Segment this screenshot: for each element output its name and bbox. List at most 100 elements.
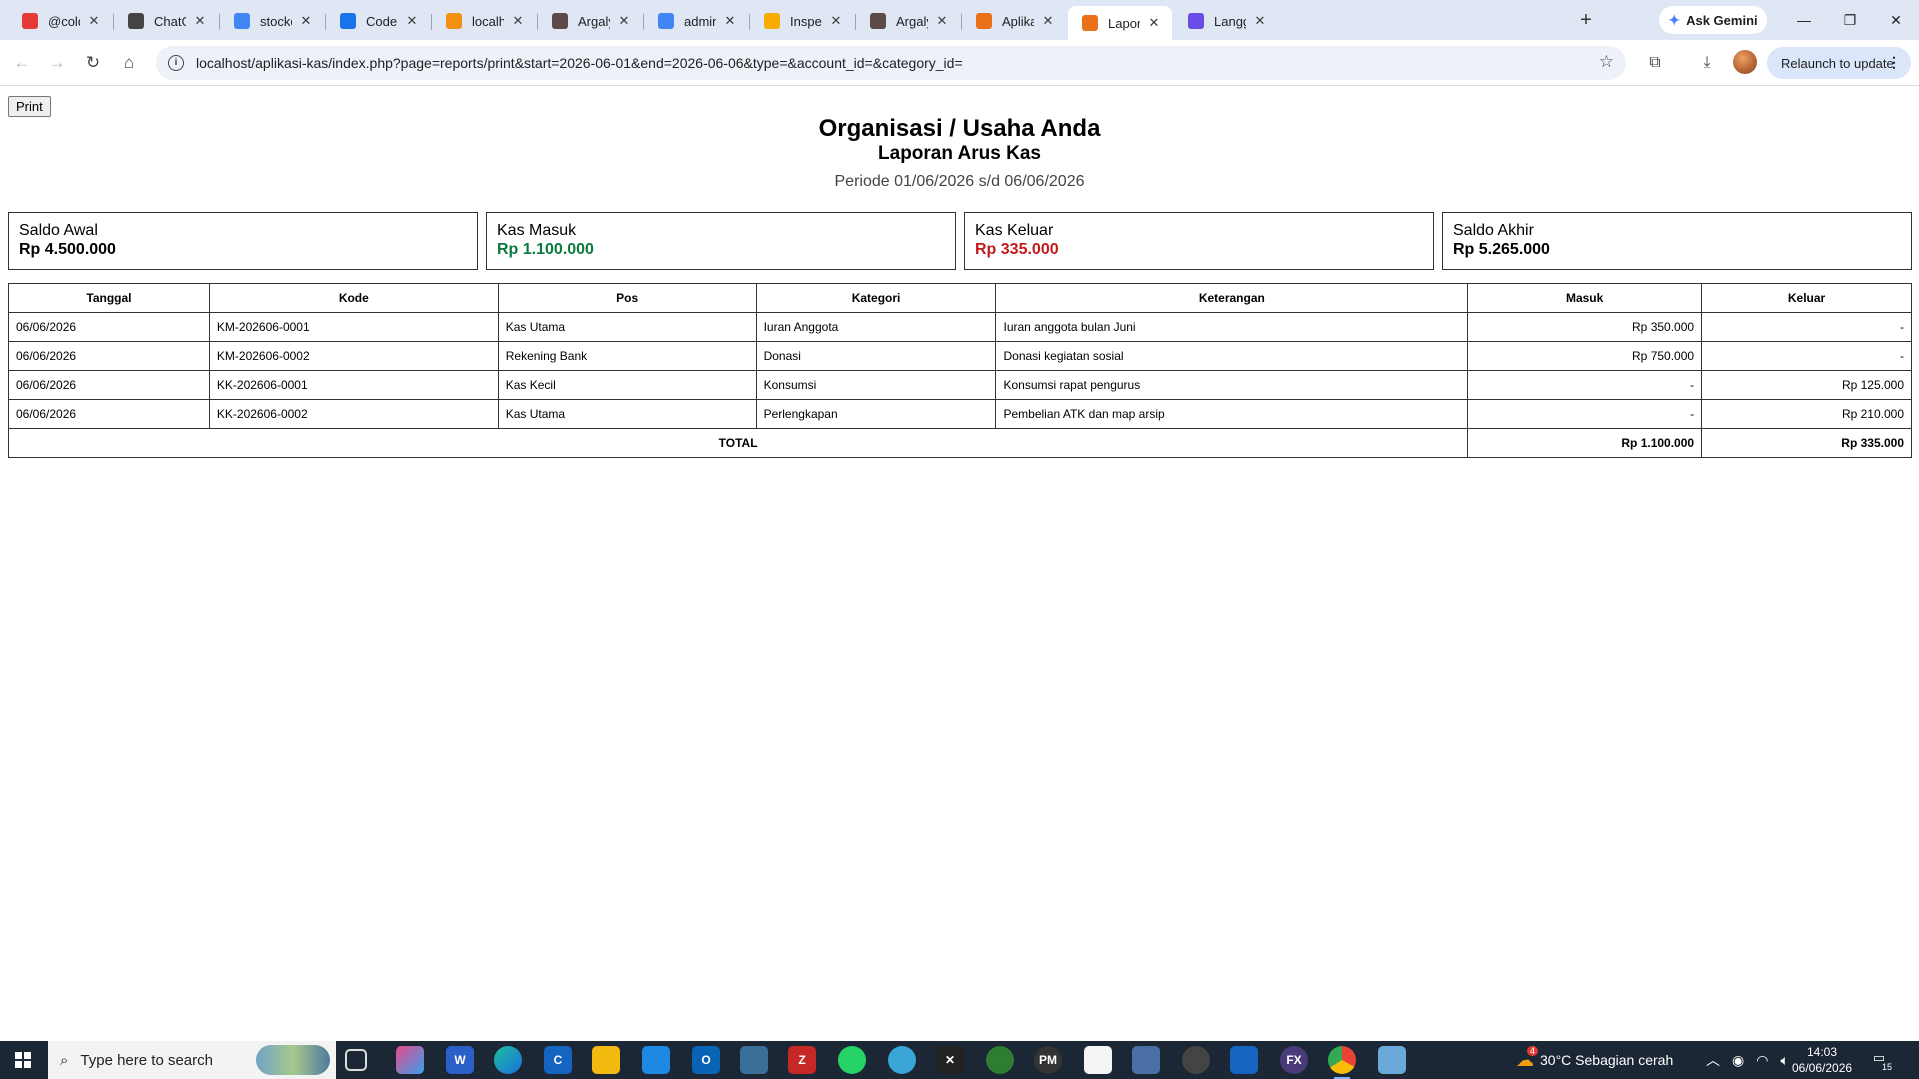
browser-tab[interactable]: Laporan Ka ✕	[1068, 6, 1172, 40]
obs-icon[interactable]	[1182, 1046, 1210, 1074]
browser-tab[interactable]: Inspeksi U ✕	[750, 6, 854, 36]
saldo-akhir-value: Rp 5.265.000	[1453, 241, 1550, 258]
app-pen-icon[interactable]	[986, 1046, 1014, 1074]
clock-time: 14:03	[1806, 1045, 1838, 1059]
app-pm-icon[interactable]: PM	[1034, 1046, 1062, 1074]
reload-icon[interactable]: ↻	[78, 48, 108, 78]
weather-widget[interactable]: ☁ 4 30°C Sebagian cerah	[1516, 1041, 1673, 1079]
browser-tab[interactable]: Codeignite ✕	[326, 6, 430, 36]
notepad-icon[interactable]	[1084, 1046, 1112, 1074]
start-button[interactable]	[0, 1041, 46, 1079]
filezilla-icon[interactable]: Z	[788, 1046, 816, 1074]
browser-tab[interactable]: Aplikasi Ka ✕	[962, 6, 1066, 36]
relaunch-button[interactable]: Relaunch to update ⋮	[1767, 47, 1911, 79]
browser-tab[interactable]: stockcodin ✕	[220, 6, 324, 36]
cell-kode: KM-202606-0002	[208, 341, 499, 371]
system-tray: ︿ ◉ ◠ 🔈︎	[1706, 1041, 1789, 1079]
col-header-pos: Pos	[497, 283, 757, 313]
col-header-masuk: Masuk	[1467, 283, 1703, 313]
browser-tab[interactable]: Argalyta IT ✕	[856, 6, 960, 36]
file-explorer-icon[interactable]	[592, 1046, 620, 1074]
tab-close-icon[interactable]: ✕	[404, 13, 420, 29]
tab-close-icon[interactable]: ✕	[828, 13, 844, 29]
relaunch-label: Relaunch to update	[1781, 55, 1894, 71]
tray-chevron-up-icon[interactable]: ︿	[1706, 1050, 1720, 1070]
report-page: Print Organisasi / Usaha Anda Laporan Ar…	[0, 87, 1919, 1041]
back-arrow-icon[interactable]: ←	[7, 48, 37, 78]
tab-title: localhost /	[472, 13, 504, 29]
whatsapp-icon[interactable]	[838, 1046, 866, 1074]
volume-icon[interactable]: 🔈︎	[1780, 1052, 1788, 1069]
tab-close-icon[interactable]: ✕	[86, 13, 102, 29]
print-button[interactable]: Print	[8, 96, 51, 117]
browser-tab[interactable]: @coldplay ✕	[8, 6, 112, 36]
tab-close-icon[interactable]: ✕	[192, 13, 208, 29]
tab-close-icon[interactable]: ✕	[722, 13, 738, 29]
google-icon	[658, 13, 674, 29]
extensions-puzzle-icon[interactable]: ⧉	[1642, 50, 1668, 76]
kas-masuk-label: Kas Masuk	[497, 222, 577, 239]
profile-avatar[interactable]	[1733, 50, 1757, 74]
tray-record-icon[interactable]: ◉	[1732, 1052, 1744, 1069]
minimize-window-button[interactable]: —	[1781, 0, 1827, 40]
restore-window-button[interactable]: ❐	[1827, 0, 1873, 40]
cell-tanggal: 06/06/2026	[8, 399, 210, 429]
tab-close-icon[interactable]: ✕	[1146, 15, 1162, 31]
search-highlight-image	[256, 1045, 330, 1075]
app-x-icon[interactable]: ✕	[936, 1046, 964, 1074]
app-c-icon[interactable]: C	[544, 1046, 572, 1074]
tab-close-icon[interactable]: ✕	[298, 13, 314, 29]
taskbar-clock[interactable]: 14:03 06/06/2026	[1792, 1044, 1852, 1076]
tab-title: @coldplay	[48, 13, 80, 29]
close-window-button[interactable]: ✕	[1873, 0, 1919, 40]
clock-date: 06/06/2026	[1792, 1061, 1853, 1075]
ask-gemini-button[interactable]: ✦ Ask Gemini	[1659, 6, 1767, 34]
chrome-icon[interactable]	[1328, 1046, 1356, 1079]
outlook-icon[interactable]: O	[692, 1046, 720, 1074]
taskbar-search[interactable]: ⌕ Type here to search	[48, 1041, 336, 1079]
browser-tab[interactable]: ChatGPT - ✕	[114, 6, 218, 36]
browser-tab[interactable]: Argalyta IT ✕	[538, 6, 642, 36]
saldo-awal-label: Saldo Awal	[19, 222, 98, 239]
app-icon	[976, 13, 992, 29]
store-icon[interactable]	[642, 1046, 670, 1074]
cell-kode: KK-202606-0001	[208, 370, 499, 400]
new-tab-button[interactable]: +	[1572, 7, 1600, 33]
report-period: Periode 01/06/2026 s/d 06/06/2026	[834, 173, 1085, 190]
site-icon	[870, 13, 886, 29]
tab-close-icon[interactable]: ✕	[510, 13, 526, 29]
app-stack-icon[interactable]	[1378, 1046, 1406, 1074]
kas-keluar-label: Kas Keluar	[975, 222, 1054, 239]
download-icon[interactable]: ⤓	[1694, 50, 1720, 76]
cell-keluar: -	[1701, 341, 1912, 371]
notifications-icon[interactable]: ▭ 15	[1868, 1050, 1892, 1072]
browser-tab[interactable]: Langganan ✕	[1174, 6, 1278, 36]
browser-tab[interactable]: localhost / ✕	[432, 6, 536, 36]
app-window-icon[interactable]	[1132, 1046, 1160, 1074]
bookmark-star-icon[interactable]: ☆	[1599, 52, 1614, 72]
tab-close-icon[interactable]: ✕	[1252, 13, 1268, 29]
copilot-icon[interactable]	[396, 1046, 424, 1074]
forward-arrow-icon[interactable]: →	[42, 48, 72, 78]
app-globe-icon[interactable]	[888, 1046, 916, 1074]
google-icon	[234, 13, 250, 29]
address-bar[interactable]: i localhost/aplikasi-kas/index.php?page=…	[156, 46, 1626, 80]
address-url[interactable]: localhost/aplikasi-kas/index.php?page=re…	[196, 55, 963, 71]
browser-tab[interactable]: admin pan ✕	[644, 6, 748, 36]
teams-icon[interactable]: W	[446, 1046, 474, 1074]
app-fx-icon[interactable]: FX	[1280, 1046, 1308, 1074]
calculator-icon[interactable]	[1230, 1046, 1258, 1074]
edge-icon[interactable]	[494, 1046, 522, 1074]
kas-masuk-card: Kas Masuk Rp 1.100.000	[486, 212, 956, 270]
tab-close-icon[interactable]: ✕	[1040, 13, 1056, 29]
tab-close-icon[interactable]: ✕	[616, 13, 632, 29]
tab-close-icon[interactable]: ✕	[934, 13, 950, 29]
site-info-icon[interactable]: i	[168, 55, 184, 71]
table-row: 06/06/2026 KM-202606-0002 Rekening Bank Don…	[8, 341, 1912, 371]
wifi-icon[interactable]: ◠	[1756, 1052, 1768, 1069]
app-grid-icon[interactable]	[740, 1046, 768, 1074]
cell-kategori: Konsumsi	[755, 370, 997, 400]
home-icon[interactable]: ⌂	[114, 48, 144, 78]
task-view-icon[interactable]	[345, 1049, 367, 1071]
menu-dots-icon[interactable]: ⋮	[1887, 54, 1901, 71]
